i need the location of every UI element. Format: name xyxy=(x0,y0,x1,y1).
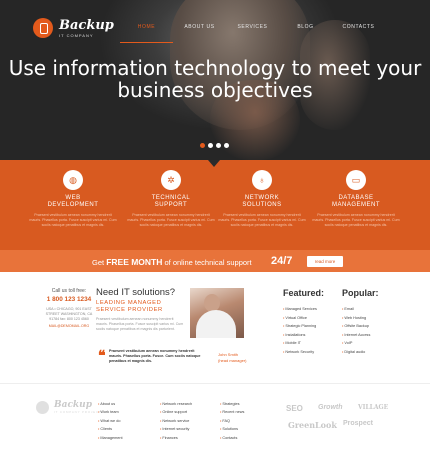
feature-text: Praesent vestibulum aenean nonummy hendr… xyxy=(127,213,215,228)
partner-logo[interactable]: VILLAGE xyxy=(358,404,388,411)
promo-badge: 24/7 xyxy=(271,255,293,267)
popular-item[interactable]: Email xyxy=(342,305,379,314)
promo-prefix: Get xyxy=(92,258,105,267)
footer-link[interactable]: What we do xyxy=(98,417,123,425)
testimonial-text: Praesent vestibulum aenean nonummy hendr… xyxy=(109,349,201,364)
site-footer: Backup IT COMPANY PROJECT About us Work … xyxy=(0,383,430,461)
feature-text: Praesent vestibulum aenean nonummy hendr… xyxy=(218,213,306,228)
address: USA • CHICAGO, 901 EAST STREET WASHINGTO… xyxy=(45,307,93,321)
footer-link[interactable]: Work team xyxy=(98,408,123,416)
feature-text: Praesent vestibulum aenean nonummy hendr… xyxy=(312,213,400,228)
promo-strip: Get FREE MONTH of online technical suppo… xyxy=(0,250,430,272)
call-label: Call us toll free: xyxy=(51,288,87,294)
featured-item[interactable]: Network Security xyxy=(283,348,324,357)
hero-headline: Use information technology to meet your … xyxy=(8,56,422,102)
featured-item[interactable]: Installations xyxy=(283,331,324,340)
logo-name: Backup xyxy=(59,17,114,33)
site-logo[interactable]: Backup IT COMPANY xyxy=(33,18,114,38)
section-arrow xyxy=(208,160,220,167)
footer-col-2: Network research Online support Network … xyxy=(160,400,192,442)
featured-item[interactable]: Mobile IT xyxy=(283,339,324,348)
footer-logo[interactable]: Backup IT COMPANY PROJECT xyxy=(36,400,102,414)
feature-title: NETWORK SOLUTIONS xyxy=(242,195,282,208)
email-link[interactable]: MAIL@DEMOMAIL.ORG xyxy=(43,324,95,328)
gear-icon: ✲ xyxy=(161,170,181,190)
popular-list: Popular: Email Web Hosting Offsite Backu… xyxy=(342,288,379,356)
team-photo xyxy=(190,288,244,338)
feature-text: Praesent vestibulum aenean nonummy hendr… xyxy=(29,213,117,228)
intro-lead: LEADING MANAGED SERVICE PROVIDER xyxy=(96,300,163,313)
partner-logo[interactable]: Prospect xyxy=(343,420,373,427)
popular-item[interactable]: Web Hosting xyxy=(342,314,379,323)
feature-title: WEB DEVELOPMENT xyxy=(47,195,99,208)
featured-item[interactable]: Managed Services xyxy=(283,305,324,314)
feature-title: TECHNICAL SUPPORT xyxy=(151,195,191,208)
main-nav: HOME ABOUT US SERVICES BLOG CONTACTS xyxy=(120,24,385,43)
phone-number[interactable]: 1 800 123 1234 xyxy=(43,296,95,303)
slider-dot-3[interactable] xyxy=(216,143,221,148)
footer-link[interactable]: Solutions xyxy=(220,425,244,433)
footer-link[interactable]: Network service xyxy=(160,417,192,425)
testimonial-author: John Smith (head manager) xyxy=(218,352,246,363)
footer-logo-icon xyxy=(36,400,49,414)
logo-tagline: IT COMPANY xyxy=(59,32,94,38)
promo-suffix: of online technical support xyxy=(164,258,252,267)
partner-logo[interactable]: GreenLook xyxy=(288,420,337,430)
featured-item[interactable]: Virtual Office xyxy=(283,314,324,323)
footer-link[interactable]: Network research xyxy=(160,400,192,408)
slider-dot-2[interactable] xyxy=(208,143,213,148)
footer-link[interactable]: FAQ xyxy=(220,417,244,425)
footer-link[interactable]: Recent news xyxy=(220,408,244,416)
partner-logo[interactable]: Growth xyxy=(318,404,343,411)
footer-link[interactable]: Internet security xyxy=(160,425,192,433)
promo-highlight: FREE MONTH xyxy=(106,257,163,267)
footer-link[interactable]: Clients xyxy=(98,425,123,433)
feature-technical-support[interactable]: ✲ TECHNICAL SUPPORT Praesent vestibulum … xyxy=(121,170,221,229)
footer-tagline: IT COMPANY PROJECT xyxy=(54,410,102,414)
contact-box: Call us toll free: 1 800 123 1234 USA • … xyxy=(43,288,95,328)
footer-link[interactable]: About us xyxy=(98,400,123,408)
nav-contacts[interactable]: CONTACTS xyxy=(332,24,385,43)
footer-link[interactable]: Management xyxy=(98,434,122,442)
nav-blog[interactable]: BLOG xyxy=(279,24,332,43)
read-more-button[interactable]: read more xyxy=(307,256,343,267)
nav-home[interactable]: HOME xyxy=(120,24,173,43)
footer-link[interactable]: Online support xyxy=(160,408,192,416)
nav-services[interactable]: SERVICES xyxy=(226,24,279,43)
footer-link[interactable]: Strategies xyxy=(220,400,244,408)
logo-mouse-icon xyxy=(33,18,53,38)
featured-item[interactable]: Strategic Planning xyxy=(283,322,324,331)
popular-item[interactable]: Offsite Backup xyxy=(342,322,379,331)
featured-title: Featured: xyxy=(283,288,325,298)
featured-list: Featured: Managed Services Virtual Offic… xyxy=(283,288,324,356)
feature-title: DATABASE MANAGEMENT xyxy=(331,195,380,208)
footer-col-1: About us Work team What we do Clients Ma… xyxy=(98,400,123,442)
feature-web-development[interactable]: ◍ WEB DEVELOPMENT Praesent vestibulum ae… xyxy=(23,170,123,229)
web-globe-icon: ◍ xyxy=(63,170,83,190)
slider-pagination xyxy=(200,143,229,148)
nav-about-us[interactable]: ABOUT US xyxy=(173,24,226,43)
hero-banner: Backup IT COMPANY HOME ABOUT US SERVICES… xyxy=(0,0,430,160)
promo-text: Get FREE MONTH of online technical suppo… xyxy=(92,257,252,267)
popular-item[interactable]: Internet Access xyxy=(342,331,379,340)
intro-text: Praesent vestibulum aenean nonummy hendr… xyxy=(96,317,184,332)
footer-link[interactable]: Contacts xyxy=(220,434,244,442)
author-role: (head manager) xyxy=(218,357,247,363)
popular-item[interactable]: VoIP xyxy=(342,339,379,348)
slider-dot-4[interactable] xyxy=(224,143,229,148)
slider-dot-1[interactable] xyxy=(200,143,205,148)
footer-link[interactable]: Finances xyxy=(160,434,192,442)
testimonial: ❝ Praesent vestibulum aenean nonummy hen… xyxy=(98,347,258,365)
popular-title: Popular: xyxy=(342,288,379,298)
partner-logo[interactable]: SEO xyxy=(286,404,303,413)
feature-network-solutions[interactable]: ♁ NETWORK SOLUTIONS Praesent vestibulum … xyxy=(212,170,312,229)
footer-col-3: Strategies Recent news FAQ Solutions Con… xyxy=(220,400,244,442)
quote-icon: ❝ xyxy=(98,347,106,363)
lightbulb-icon: ♁ xyxy=(252,170,272,190)
popular-item[interactable]: Digital audio xyxy=(342,348,379,357)
folder-icon: ▭ xyxy=(346,170,366,190)
footer-brand: Backup xyxy=(54,400,92,410)
feature-database-management[interactable]: ▭ DATABASE MANAGEMENT Praesent vestibulu… xyxy=(306,170,406,229)
